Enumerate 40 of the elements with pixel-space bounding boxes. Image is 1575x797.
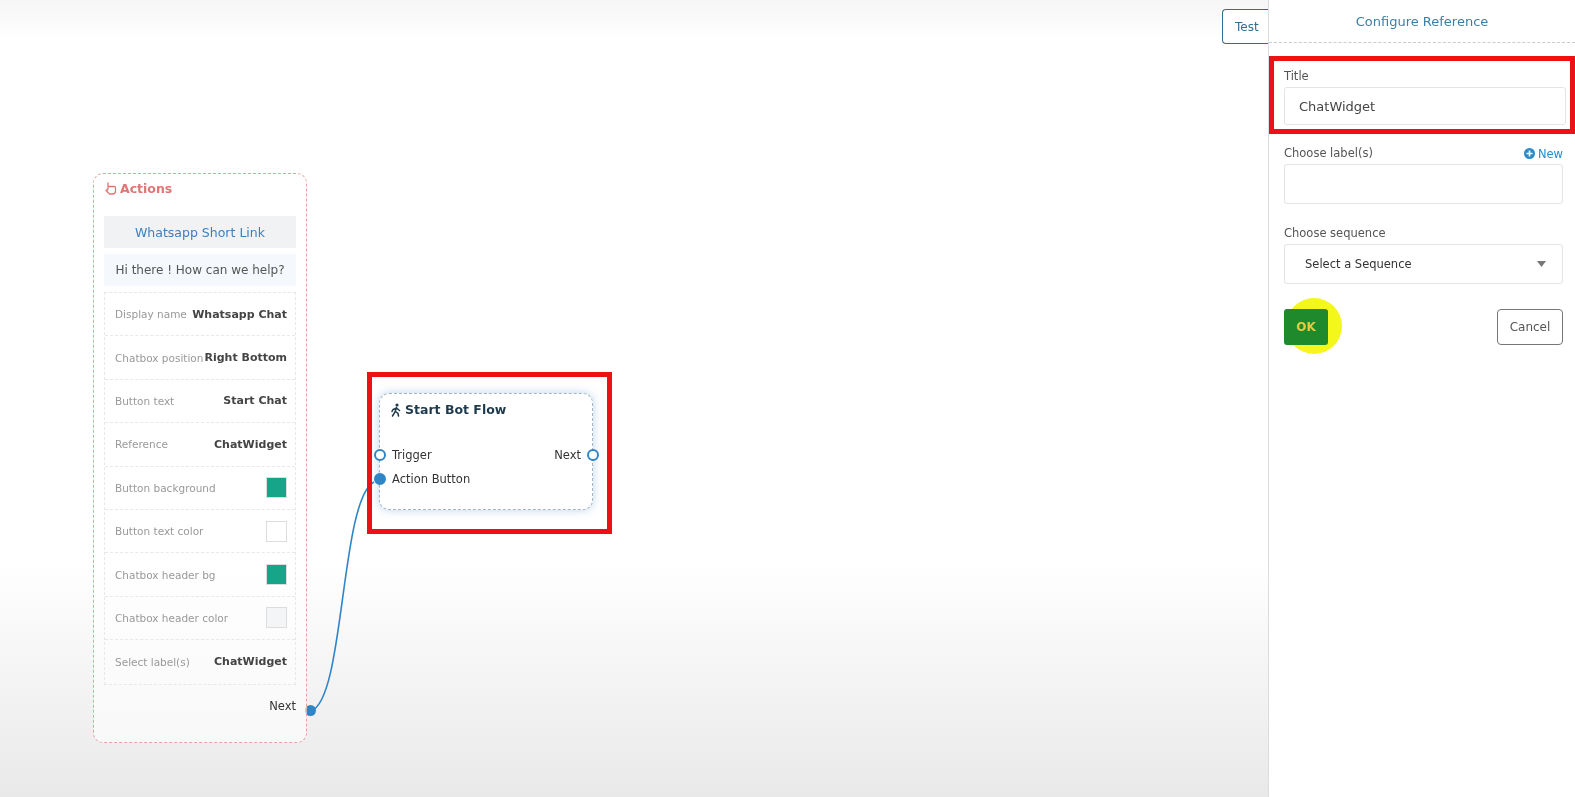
node-header: Whatsapp Short Link [104, 216, 296, 248]
output-port[interactable] [305, 705, 316, 716]
property-label: Chatbox header color [115, 611, 229, 624]
property-value: ChatWidget [214, 437, 287, 451]
port-label: Trigger [392, 448, 432, 462]
node-title: Start Bot Flow [405, 402, 507, 417]
port-label: Next [554, 448, 581, 462]
property-label: Display name [115, 308, 187, 321]
field-label: Choose sequence [1284, 226, 1387, 240]
property-label: Reference [115, 438, 168, 451]
panel-title: Configure Reference [1269, 0, 1575, 43]
node-title: Actions [120, 180, 173, 196]
start-node[interactable] [379, 393, 593, 510]
field-label: Choose label(s) [1284, 146, 1373, 160]
port-label: Next [269, 698, 296, 713]
property-label: Chatbox position [115, 351, 204, 364]
property-label: Button background [115, 481, 216, 494]
greeting-message: Hi there ! How can we help? [104, 254, 296, 286]
test-button[interactable]: Test [1222, 9, 1268, 44]
input-port[interactable] [374, 449, 386, 461]
input-port[interactable] [374, 473, 386, 485]
field-label: Title [1284, 69, 1310, 83]
cancel-button[interactable]: Cancel [1497, 309, 1563, 345]
property-label: Select label(s) [115, 655, 190, 668]
property-value: ChatWidget [214, 655, 287, 669]
title-field[interactable]: ChatWidget [1284, 87, 1566, 125]
plus-icon [1523, 148, 1535, 159]
port-label: Action Button [392, 472, 471, 486]
property-value: Whatsapp Chat [192, 307, 287, 321]
property-value: Right Bottom [204, 351, 287, 365]
property-label: Button text color [115, 525, 204, 538]
new-link[interactable]: New [1523, 146, 1563, 161]
labels-field[interactable] [1284, 164, 1563, 204]
property-label: Chatbox header bg [115, 568, 216, 581]
property-label: Button text [115, 394, 175, 407]
actions-node[interactable] [93, 173, 307, 743]
sequence-dropdown[interactable]: Select a Sequence [1284, 244, 1563, 284]
property-value: Start Chat [223, 394, 287, 408]
caret-icon [1537, 261, 1546, 267]
walking-figure-icon [390, 402, 402, 417]
